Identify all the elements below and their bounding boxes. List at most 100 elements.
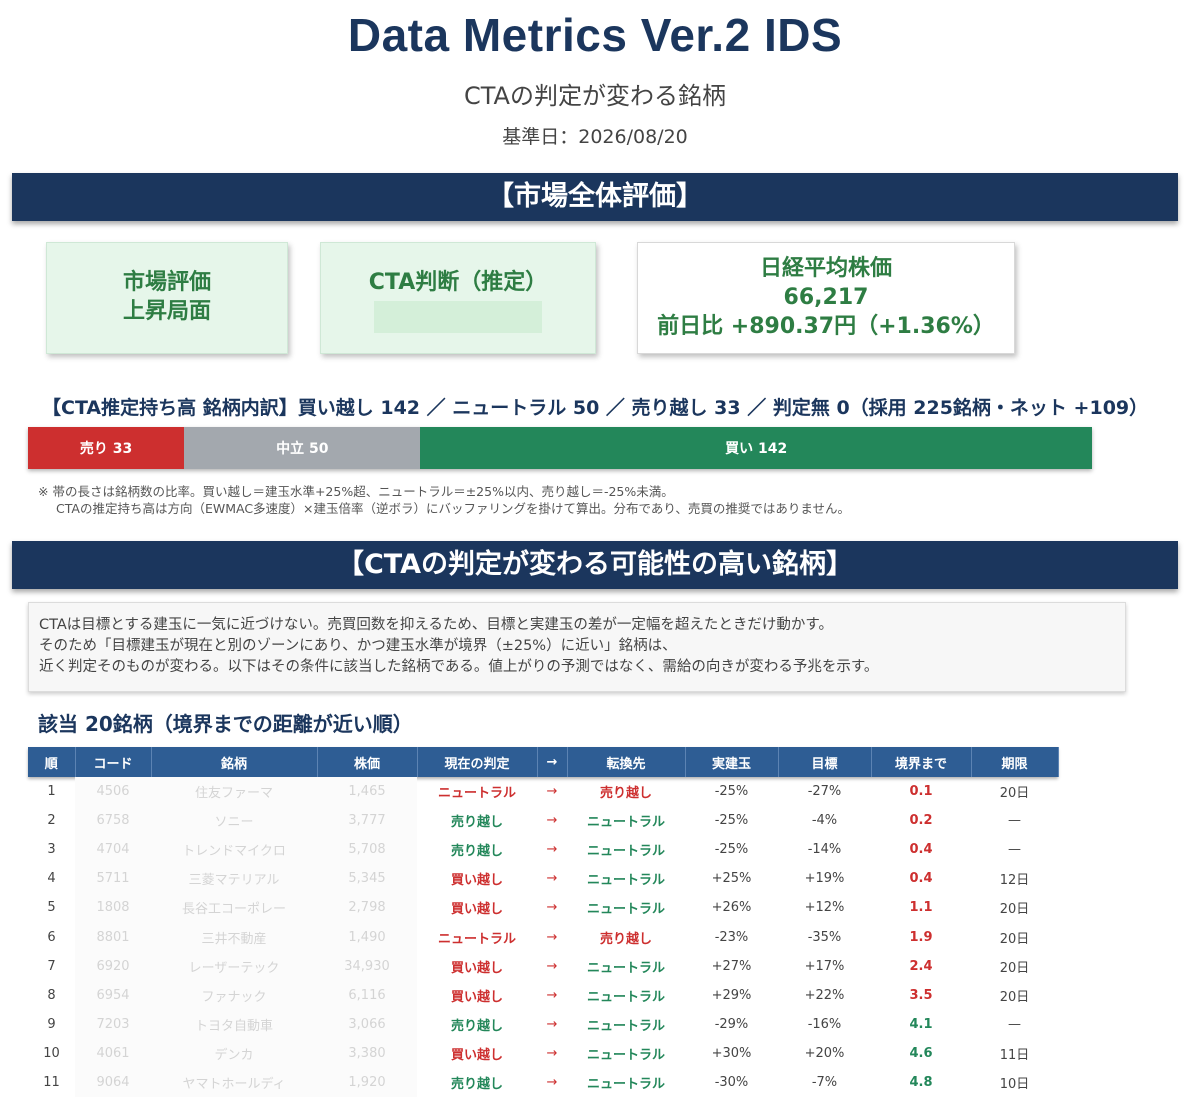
name-cell: ヤマトホールディ	[151, 1067, 317, 1098]
price-cell: 3,380	[317, 1038, 417, 1068]
table-row[interactable]: 10 4061 デンカ 3,380 買い越し → ニュートラル +30% +20% 4.6 11日	[28, 1038, 1058, 1068]
target-position-cell: +19%	[804, 871, 845, 887]
code-cell: 6758	[75, 806, 151, 836]
actual-position-cell: -25%	[714, 813, 749, 829]
target-position-cell: +17%	[804, 958, 845, 974]
actual-position-cell: -30%	[714, 1074, 749, 1090]
nikkei-card: 日経平均株価 66,217 前日比 +890.37円（+1.36%）	[637, 242, 1015, 354]
target-position-cell: -7%	[811, 1074, 838, 1090]
table-row[interactable]: 3 4704 トレンドマイクロ 5,708 売り越し → ニュートラル -25% -14% 0.4…	[28, 835, 1058, 865]
table-body: 1 4506 住友ファーマ 1,465 ニュートラル → 売り越し -25% -27% 0.1 20…	[28, 777, 1058, 1098]
table-header-row: 順コード 銘柄 株価 現在の判定 → 転換先 実建玉 目標 境界まで 期限	[28, 747, 1059, 777]
table-row[interactable]: 7 6920 レーザーテック 34,930 買い越し → ニュートラル +27% +17% 2.4…	[28, 951, 1058, 981]
term-cell: —	[1008, 842, 1021, 858]
neutral-segment: 中立 50	[184, 427, 421, 469]
code-cell: 5711	[75, 864, 151, 894]
current-judgment-cell: 売り越し	[450, 1018, 503, 1034]
table-row[interactable]: 5 1808 長谷工コーポレー 2,798 買い越し → ニュートラル +26% +12% 1.1…	[28, 893, 1058, 923]
term-cell: 10日	[999, 1076, 1030, 1092]
explanation-line-2: そのため「目標建玉が現在と別のゾーンにあり、かつ建玉水準が境界（±25%）に近い…	[39, 638, 677, 654]
price-cell: 2,798	[317, 893, 417, 923]
actual-position-cell: +29%	[711, 987, 752, 1003]
distance-cell: 0.2	[909, 813, 933, 829]
next-judgment-cell: ニュートラル	[586, 844, 665, 860]
column-term-header: 期限	[971, 747, 1059, 777]
actual-position-cell: +25%	[711, 871, 752, 887]
name-cell: レーザーテック	[151, 951, 317, 981]
market-eval-value: 上昇局面	[122, 299, 211, 324]
footnote-line-2: CTAの推定持ち高は方向（EWMAC多速度）×建玉倍率（逆ボラ）にバッファリング…	[56, 501, 851, 516]
table-row[interactable]: 11 9064 ヤマトホールディ 1,920 売り越し → ニュートラル -30% -7% 4.8…	[28, 1067, 1058, 1098]
next-judgment-cell: 売り越し	[599, 931, 652, 947]
market-eval-card: 市場評価 上昇局面	[46, 242, 288, 354]
name-cell: トヨタ自動車	[151, 1009, 317, 1039]
table-row[interactable]: 9 7203 トヨタ自動車 3,066 売り越し → ニュートラル -29% -16% 4.1 —	[28, 1009, 1058, 1039]
price-cell: 5,345	[317, 864, 417, 894]
arrow-cell: →	[546, 987, 558, 1003]
distance-cell: 3.5	[909, 987, 933, 1003]
cta-judgment-card: CTA判断（推定）	[320, 242, 596, 354]
actual-position-cell: -29%	[714, 1016, 749, 1032]
rank-cell: 5	[47, 900, 56, 916]
current-judgment-cell: 買い越し	[450, 902, 503, 918]
next-judgment-cell: ニュートラル	[586, 902, 665, 918]
nikkei-label: 日経平均株価	[759, 256, 892, 281]
rank-cell: 4	[47, 871, 56, 887]
code-cell: 8801	[75, 922, 151, 952]
rank-cell: 8	[47, 987, 56, 1003]
table-row[interactable]: 4 5711 三菱マテリアル 5,345 買い越し → ニュートラル +25% +19% 0.4 1…	[28, 864, 1058, 894]
rank-cell: 11	[43, 1074, 60, 1090]
target-position-cell: -27%	[807, 784, 842, 800]
market-section-banner: 【市場全体評価】	[12, 173, 1178, 221]
actual-position-cell: +30%	[711, 1045, 752, 1061]
current-judgment-cell: 売り越し	[450, 1076, 503, 1092]
column-current-header: 現在の判定	[417, 747, 538, 777]
reversal-section-banner: 【CTAの判定が変わる可能性の高い銘柄】	[12, 541, 1178, 589]
column-distance-header: 境界まで	[871, 747, 972, 777]
target-position-cell: +12%	[804, 900, 845, 916]
arrow-cell: →	[546, 1074, 558, 1090]
column-actual-header: 実建玉	[685, 747, 779, 777]
rank-cell: 1	[47, 784, 56, 800]
table-row[interactable]: 2 6758 ソニー 3,777 売り越し → ニュートラル -25% -4% 0.2 —	[28, 806, 1058, 836]
code-cell: 4506	[75, 777, 151, 807]
code-cell: 6954	[75, 980, 151, 1010]
reversal-table: 順コード 銘柄 株価 現在の判定 → 転換先 実建玉 目標 境界まで 期限 1 4506 住友ファーマ…	[28, 747, 1059, 1098]
arrow-cell: →	[546, 871, 558, 887]
table-row[interactable]: 8 6954 ファナック 6,116 買い越し → ニュートラル +29% +22% 3.5 20日	[28, 980, 1058, 1010]
current-judgment-cell: 売り越し	[450, 815, 503, 831]
term-cell: —	[1008, 1016, 1021, 1032]
next-judgment-cell: ニュートラル	[586, 960, 665, 976]
distance-cell: 0.4	[909, 871, 933, 887]
arrow-cell: →	[546, 929, 558, 945]
code-cell: 7203	[75, 1009, 151, 1039]
actual-position-cell: -23%	[714, 929, 749, 945]
term-cell: 20日	[999, 902, 1030, 918]
nikkei-change: 前日比 +890.37円（+1.36%）	[657, 314, 995, 339]
distance-cell: 0.1	[909, 784, 933, 800]
table-row[interactable]: 6 8801 三井不動産 1,490 ニュートラル → 売り越し -23% -35% 1.9 20日	[28, 922, 1058, 952]
term-cell: 20日	[999, 931, 1030, 947]
name-cell: ソニー	[151, 806, 317, 836]
distance-cell: 2.4	[909, 958, 933, 974]
current-judgment-cell: 買い越し	[450, 960, 503, 976]
column-price-header: 株価	[317, 747, 418, 777]
price-cell: 6,116	[317, 980, 417, 1010]
arrow-cell: →	[546, 1016, 558, 1032]
sell-segment: 売り 33	[28, 427, 185, 469]
name-cell: 三菱マテリアル	[151, 864, 317, 894]
rank-cell: 2	[47, 813, 56, 829]
next-judgment-cell: ニュートラル	[586, 1047, 665, 1063]
code-cell: 6920	[75, 951, 151, 981]
table-row[interactable]: 1 4506 住友ファーマ 1,465 ニュートラル → 売り越し -25% -27% 0.1 20…	[28, 777, 1058, 807]
distance-cell: 4.6	[909, 1045, 933, 1061]
explanation-line-1: CTAは目標とする建玉に一気に近づけない。売買回数を抑えるため、目標と実建玉の差…	[39, 617, 833, 633]
code-cell: 4704	[75, 835, 151, 865]
distance-cell: 1.1	[909, 900, 933, 916]
column-next-header: 転換先	[567, 747, 686, 777]
next-judgment-cell: ニュートラル	[586, 873, 665, 889]
explanation-line-3: 近く判定そのものが変わる。以下はその条件に該当した銘柄である。値上がりの予測では…	[39, 659, 879, 675]
current-judgment-cell: 買い越し	[450, 989, 503, 1005]
distance-cell: 1.9	[909, 929, 933, 945]
next-judgment-cell: ニュートラル	[586, 989, 665, 1005]
